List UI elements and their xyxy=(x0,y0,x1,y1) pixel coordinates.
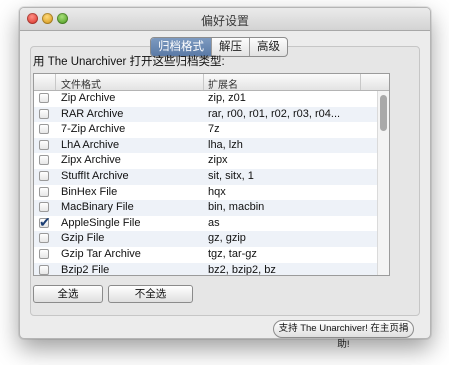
format-extensions: sit, sitx, 1 xyxy=(208,169,254,182)
format-name: Gzip File xyxy=(61,232,105,245)
scrollbar-thumb[interactable] xyxy=(380,95,387,131)
format-extensions: rar, r00, r01, r02, r03, r04... xyxy=(208,107,341,120)
vertical-scrollbar[interactable] xyxy=(377,91,389,275)
format-name: Bzip2 File xyxy=(61,263,110,276)
format-checkbox[interactable] xyxy=(39,202,49,213)
format-name: 7-Zip Archive xyxy=(61,123,126,136)
window-title: 偏好设置 xyxy=(200,14,249,28)
select-all-button[interactable]: 全选 xyxy=(33,285,103,303)
format-checkbox[interactable] xyxy=(39,124,49,135)
format-table: 文件格式 扩展名 Zip Archive zip, z01 RAR Archiv… xyxy=(33,73,390,276)
format-extensions: tgz, tar-gz xyxy=(208,247,257,260)
format-checkbox[interactable] xyxy=(39,233,49,244)
table-row[interactable]: StuffIt Archive sit, sitx, 1 xyxy=(34,168,377,185)
format-checkbox[interactable] xyxy=(39,139,49,150)
table-row[interactable]: Gzip File gz, gzip xyxy=(34,231,377,247)
format-checkbox[interactable] xyxy=(39,93,49,103)
column-divider xyxy=(360,74,361,90)
format-extensions: bz2, bzip2, bz xyxy=(208,263,276,276)
format-name: BinHex File xyxy=(61,185,118,198)
select-none-button[interactable]: 不全选 xyxy=(108,285,193,303)
format-extensions: 7z xyxy=(208,123,220,136)
format-extensions: gz, gzip xyxy=(208,232,246,245)
format-name: Zip Archive xyxy=(61,92,116,104)
format-checkbox[interactable] xyxy=(39,214,51,231)
table-row[interactable]: Zipx Archive zipx xyxy=(34,153,377,169)
format-name: MacBinary File xyxy=(61,201,134,214)
format-checkbox[interactable] xyxy=(39,264,49,275)
column-divider[interactable] xyxy=(203,74,204,90)
table-row[interactable]: 7-Zip Archive 7z xyxy=(34,122,377,138)
format-extensions: zipx xyxy=(208,154,228,167)
table-row[interactable]: AppleSingle File as xyxy=(34,214,377,232)
format-name: RAR Archive xyxy=(61,107,124,120)
format-name: Gzip Tar Archive xyxy=(61,247,141,260)
table-rows: Zip Archive zip, z01 RAR Archive rar, r0… xyxy=(34,91,377,276)
table-header: 文件格式 扩展名 xyxy=(34,74,389,91)
table-row[interactable]: MacBinary File bin, macbin xyxy=(34,200,377,216)
donate-button[interactable]: 支持 The Unarchiver! 在主页捐助! xyxy=(273,320,414,350)
extension-column-header[interactable]: 扩展名 xyxy=(208,76,238,91)
table-row[interactable]: LhA Archive lha, lzh xyxy=(34,137,377,154)
format-extensions: as xyxy=(208,216,220,229)
format-checkbox[interactable] xyxy=(39,155,49,166)
table-row[interactable]: BinHex File hqx xyxy=(34,185,377,201)
format-name: Zipx Archive xyxy=(61,154,121,167)
open-formats-prompt: 用 The Unarchiver 打开这些归档类型: xyxy=(33,56,225,68)
format-name: StuffIt Archive xyxy=(61,169,129,182)
format-extensions: zip, z01 xyxy=(208,92,246,104)
format-extensions: bin, macbin xyxy=(208,201,265,214)
checkbox-column-header[interactable] xyxy=(34,74,56,90)
format-checkbox[interactable] xyxy=(39,170,49,181)
table-row[interactable]: Zip Archive zip, z01 xyxy=(34,91,377,107)
format-checkbox[interactable] xyxy=(39,186,49,197)
table-row[interactable]: RAR Archive rar, r00, r01, r02, r03, r04… xyxy=(34,106,377,123)
tab-advanced[interactable]: 高级 xyxy=(249,38,287,56)
table-row[interactable]: Bzip2 File bz2, bzip2, bz xyxy=(34,262,377,276)
format-checkbox[interactable] xyxy=(39,248,49,259)
format-name: AppleSingle File xyxy=(61,216,141,229)
format-name: LhA Archive xyxy=(61,138,120,151)
format-checkbox[interactable] xyxy=(39,108,49,119)
table-row[interactable]: Gzip Tar Archive tgz, tar-gz xyxy=(34,247,377,263)
format-extensions: hqx xyxy=(208,185,226,198)
format-column-header[interactable]: 文件格式 xyxy=(61,76,101,91)
title-bar[interactable]: 偏好设置 xyxy=(20,8,430,31)
format-extensions: lha, lzh xyxy=(208,138,243,151)
